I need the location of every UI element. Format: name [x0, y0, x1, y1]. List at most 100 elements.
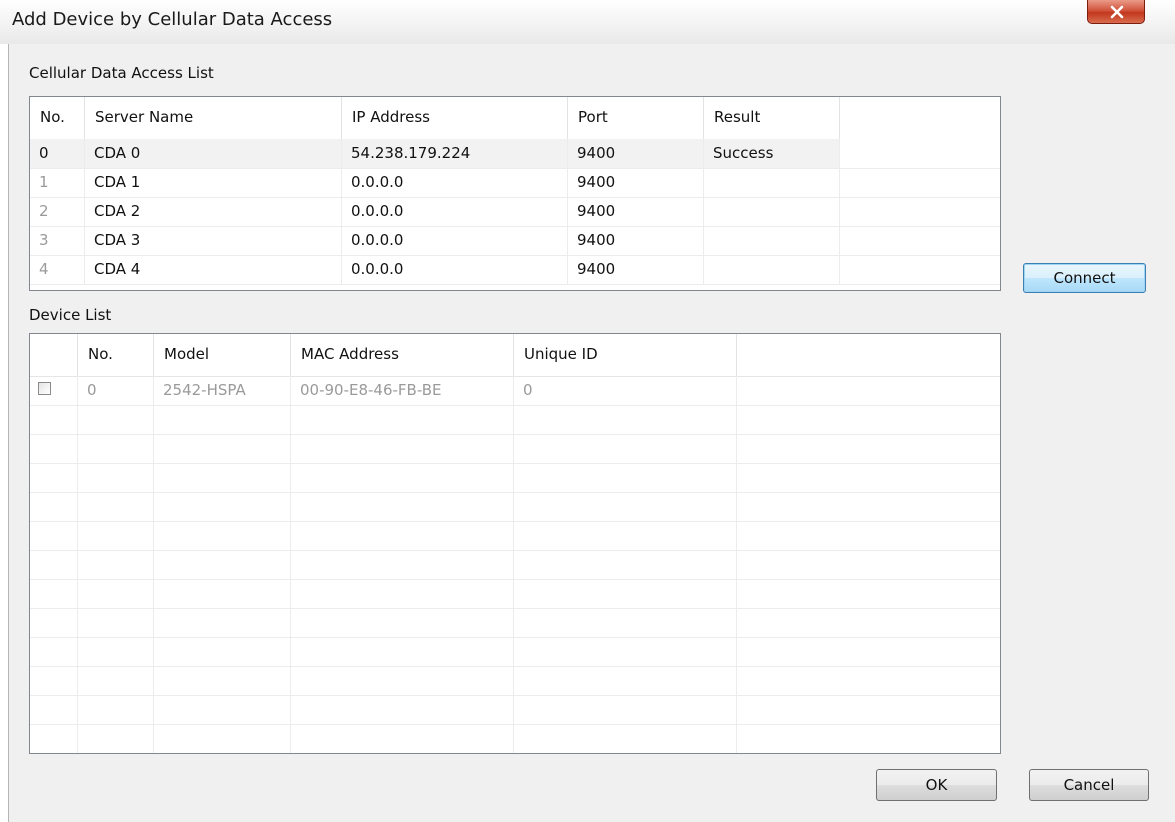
- device-filler-cell: [737, 376, 1000, 405]
- cda-no-cell: 2: [30, 197, 85, 226]
- column-header-server-name[interactable]: Server Name: [85, 97, 342, 139]
- empty-grid-cell: [154, 695, 291, 724]
- column-header-filler: [840, 97, 1000, 139]
- empty-grid-cell: [154, 492, 291, 521]
- device-select-cell: [30, 376, 78, 405]
- empty-grid-cell: [30, 579, 78, 608]
- empty-grid-cell: [30, 695, 78, 724]
- cda-port-cell: 9400: [568, 139, 704, 168]
- empty-grid-cell: [154, 434, 291, 463]
- empty-grid-cell: [30, 405, 78, 434]
- empty-grid-cell: [291, 695, 514, 724]
- cda-row[interactable]: 0 CDA 0 54.238.179.224 9400 Success: [30, 139, 1000, 169]
- column-header-select[interactable]: [30, 334, 78, 376]
- cda-filler-cell: [840, 197, 1000, 226]
- empty-grid-row: [30, 608, 1000, 638]
- empty-grid-cell: [514, 579, 737, 608]
- empty-grid-cell: [291, 521, 514, 550]
- empty-grid-row: [30, 463, 1000, 493]
- device-no-cell: 0: [78, 376, 154, 405]
- empty-grid-row: [30, 405, 1000, 435]
- empty-grid-cell: [291, 608, 514, 637]
- empty-grid-row: [30, 695, 1000, 725]
- empty-grid-cell: [514, 608, 737, 637]
- cda-server-cell: CDA 2: [85, 197, 342, 226]
- device-listview[interactable]: No. Model MAC Address Unique ID 0 2542-H…: [29, 333, 1001, 754]
- cda-row[interactable]: 1 CDA 1 0.0.0.0 9400: [30, 168, 1000, 198]
- empty-grid-cell: [78, 579, 154, 608]
- cda-list-header: No. Server Name IP Address Port Result: [30, 97, 1000, 140]
- empty-grid-cell: [154, 521, 291, 550]
- empty-grid-cell: [291, 666, 514, 695]
- cda-port-cell: 9400: [568, 168, 704, 197]
- connect-button[interactable]: Connect: [1023, 263, 1146, 293]
- column-header-unique-id[interactable]: Unique ID: [514, 334, 737, 376]
- empty-grid-cell: [30, 637, 78, 666]
- empty-grid-cell: [78, 405, 154, 434]
- window-title: Add Device by Cellular Data Access: [12, 9, 333, 30]
- cancel-button[interactable]: Cancel: [1029, 769, 1149, 801]
- empty-grid-cell: [30, 492, 78, 521]
- empty-grid-cell: [737, 724, 1000, 753]
- cda-port-cell: 9400: [568, 197, 704, 226]
- close-button[interactable]: [1087, 0, 1145, 24]
- device-select-checkbox[interactable]: [38, 382, 51, 395]
- column-header-model[interactable]: Model: [154, 334, 291, 376]
- empty-grid-cell: [78, 492, 154, 521]
- empty-grid-cell: [78, 637, 154, 666]
- cda-filler-cell: [840, 226, 1000, 255]
- cda-list-label: Cellular Data Access List: [29, 64, 214, 82]
- empty-grid-cell: [514, 405, 737, 434]
- empty-grid-cell: [30, 434, 78, 463]
- column-header-filler: [737, 334, 1000, 376]
- cda-no-cell: 0: [30, 139, 85, 168]
- device-row[interactable]: 0 2542-HSPA 00-90-E8-46-FB-BE 0: [30, 376, 1000, 406]
- cda-row[interactable]: 2 CDA 2 0.0.0.0 9400: [30, 197, 1000, 227]
- empty-grid-cell: [291, 550, 514, 579]
- cda-server-cell: CDA 0: [85, 139, 342, 168]
- column-header-port[interactable]: Port: [568, 97, 704, 139]
- cda-listview[interactable]: No. Server Name IP Address Port Result 0…: [29, 96, 1001, 291]
- empty-grid-cell: [291, 492, 514, 521]
- empty-grid-cell: [154, 550, 291, 579]
- column-header-mac-address[interactable]: MAC Address: [291, 334, 514, 376]
- cda-ip-cell: 0.0.0.0: [342, 226, 568, 255]
- cda-server-cell: CDA 1: [85, 168, 342, 197]
- empty-grid-cell: [514, 463, 737, 492]
- device-list-header: No. Model MAC Address Unique ID: [30, 334, 1000, 377]
- cda-ip-cell: 0.0.0.0: [342, 168, 568, 197]
- cda-row[interactable]: 4 CDA 4 0.0.0.0 9400: [30, 255, 1000, 285]
- empty-grid-cell: [30, 550, 78, 579]
- empty-grid-cell: [737, 521, 1000, 550]
- empty-grid-cell: [291, 579, 514, 608]
- empty-grid-cell: [737, 434, 1000, 463]
- empty-grid-cell: [514, 492, 737, 521]
- empty-grid-cell: [154, 608, 291, 637]
- title-bar[interactable]: Add Device by Cellular Data Access: [0, 0, 1175, 44]
- column-header-result[interactable]: Result: [704, 97, 840, 139]
- empty-grid-cell: [78, 463, 154, 492]
- empty-grid-cell: [154, 637, 291, 666]
- empty-grid-cell: [737, 550, 1000, 579]
- empty-grid-cell: [78, 724, 154, 753]
- cda-row[interactable]: 3 CDA 3 0.0.0.0 9400: [30, 226, 1000, 256]
- empty-grid-cell: [291, 724, 514, 753]
- column-header-ip-address[interactable]: IP Address: [342, 97, 568, 139]
- cda-no-cell: 3: [30, 226, 85, 255]
- column-header-no[interactable]: No.: [30, 97, 85, 139]
- device-model-cell: 2542-HSPA: [154, 376, 291, 405]
- empty-grid-cell: [78, 608, 154, 637]
- device-list-label: Device List: [29, 306, 112, 324]
- empty-grid-cell: [514, 666, 737, 695]
- column-header-no[interactable]: No.: [78, 334, 154, 376]
- cda-filler-cell: [840, 139, 1000, 168]
- empty-grid-cell: [737, 695, 1000, 724]
- cda-server-cell: CDA 3: [85, 226, 342, 255]
- empty-grid-cell: [737, 608, 1000, 637]
- cda-no-cell: 4: [30, 255, 85, 284]
- empty-grid-cell: [514, 724, 737, 753]
- cda-server-cell: CDA 4: [85, 255, 342, 284]
- ok-button[interactable]: OK: [876, 769, 997, 801]
- cda-result-cell: [704, 168, 840, 197]
- cda-ip-cell: 0.0.0.0: [342, 197, 568, 226]
